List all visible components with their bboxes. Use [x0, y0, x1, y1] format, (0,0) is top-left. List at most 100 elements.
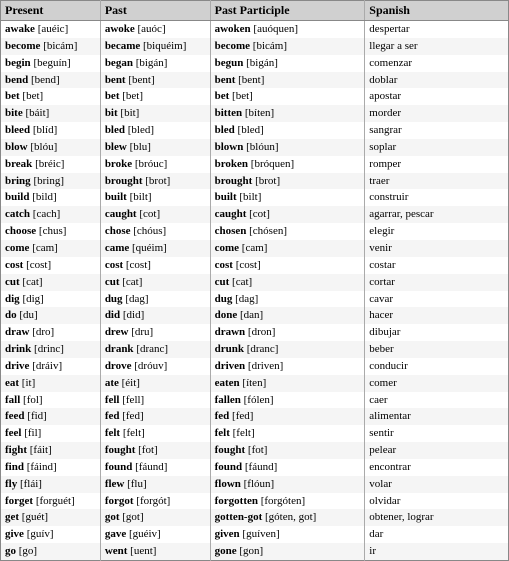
table-cell: bit [bit] [100, 105, 210, 122]
table-cell: encontrar [365, 459, 509, 476]
table-cell: fought [fot] [210, 442, 365, 459]
table-cell: despertar [365, 21, 509, 38]
table-cell: begun [bigán] [210, 55, 365, 72]
table-cell: hacer [365, 307, 509, 324]
table-cell: romper [365, 156, 509, 173]
table-cell: forget [forguét] [1, 493, 101, 510]
verb-table: Present Past Past Participle Spanish awa… [0, 0, 509, 561]
table-cell: feel [fil] [1, 425, 101, 442]
table-row: bite [báit]bit [bit]bitten [bíten]morder [1, 105, 509, 122]
table-row: dig [dig]dug [dag]dug [dag]cavar [1, 291, 509, 308]
table-cell: fight [fáit] [1, 442, 101, 459]
table-cell: ate [éit] [100, 375, 210, 392]
table-cell: cost [cost] [1, 257, 101, 274]
table-row: give [guív]gave [guéiv]given [guíven]dar [1, 526, 509, 543]
table-row: blow [blóu]blew [blu]blown [blóun]soplar [1, 139, 509, 156]
table-cell: morder [365, 105, 509, 122]
table-row: come [cam]came [quéim]come [cam]venir [1, 240, 509, 257]
table-cell: construir [365, 189, 509, 206]
table-cell: apostar [365, 88, 509, 105]
table-cell: felt [felt] [100, 425, 210, 442]
table-row: break [bréic]broke [bróuc]broken [bróque… [1, 156, 509, 173]
table-cell: find [fáind] [1, 459, 101, 476]
table-cell: gave [guéiv] [100, 526, 210, 543]
table-row: catch [cach]caught [cot]caught [cot]agar… [1, 206, 509, 223]
table-cell: begin [beguín] [1, 55, 101, 72]
table-cell: flew [flu] [100, 476, 210, 493]
table-cell: done [dan] [210, 307, 365, 324]
table-cell: elegir [365, 223, 509, 240]
table-row: build [bild]built [bilt]built [bilt]cons… [1, 189, 509, 206]
table-row: fight [fáit]fought [fot]fought [fot]pele… [1, 442, 509, 459]
table-cell: bend [bend] [1, 72, 101, 89]
table-cell: go [go] [1, 543, 101, 560]
table-cell: awake [auéic] [1, 21, 101, 38]
table-cell: eaten [íten] [210, 375, 365, 392]
table-row: cut [cat]cut [cat]cut [cat]cortar [1, 274, 509, 291]
table-row: drive [dráiv]drove [dróuv]driven [driven… [1, 358, 509, 375]
table-cell: awoken [auóquen] [210, 21, 365, 38]
table-row: fall [fol]fell [fell]fallen [fólen]caer [1, 392, 509, 409]
table-cell: found [fáund] [100, 459, 210, 476]
table-cell: soplar [365, 139, 509, 156]
table-cell: cortar [365, 274, 509, 291]
header-present: Present [1, 1, 101, 21]
table-cell: went [uent] [100, 543, 210, 560]
table-cell: broken [bróquen] [210, 156, 365, 173]
table-cell: dug [dag] [210, 291, 365, 308]
table-cell: conducir [365, 358, 509, 375]
table-row: cost [cost]cost [cost]cost [cost]costar [1, 257, 509, 274]
table-cell: drank [dranc] [100, 341, 210, 358]
table-cell: cut [cat] [100, 274, 210, 291]
table-cell: fall [fol] [1, 392, 101, 409]
table-cell: dig [dig] [1, 291, 101, 308]
table-cell: venir [365, 240, 509, 257]
table-cell: given [guíven] [210, 526, 365, 543]
table-cell: feed [fid] [1, 408, 101, 425]
table-row: go [go]went [uent]gone [gon]ir [1, 543, 509, 560]
table-cell: fed [fed] [210, 408, 365, 425]
table-cell: chosen [chósen] [210, 223, 365, 240]
table-cell: bet [bet] [210, 88, 365, 105]
table-cell: beber [365, 341, 509, 358]
table-cell: cost [cost] [210, 257, 365, 274]
table-cell: fought [fot] [100, 442, 210, 459]
table-cell: drive [dráiv] [1, 358, 101, 375]
table-cell: costar [365, 257, 509, 274]
table-cell: bleed [blíd] [1, 122, 101, 139]
table-cell: came [quéim] [100, 240, 210, 257]
table-cell: bet [bet] [100, 88, 210, 105]
table-cell: obtener, lograr [365, 509, 509, 526]
table-cell: come [cam] [1, 240, 101, 257]
table-row: feed [fid]fed [fed]fed [fed]alimentar [1, 408, 509, 425]
table-cell: broke [bróuc] [100, 156, 210, 173]
table-row: begin [beguín]began [bigán]begun [bigán]… [1, 55, 509, 72]
table-cell: traer [365, 173, 509, 190]
table-cell: pelear [365, 442, 509, 459]
table-row: choose [chus]chose [chóus]chosen [chósen… [1, 223, 509, 240]
table-cell: become [bicám] [1, 38, 101, 55]
table-cell: become [bicám] [210, 38, 365, 55]
table-cell: agarrar, pescar [365, 206, 509, 223]
table-cell: drew [dru] [100, 324, 210, 341]
header-past-participle: Past Participle [210, 1, 365, 21]
table-row: bring [bring]brought [brot]brought [brot… [1, 173, 509, 190]
table-cell: drink [drinc] [1, 341, 101, 358]
table-cell: got [got] [100, 509, 210, 526]
table-row: bend [bend]bent [bent]bent [bent]doblar [1, 72, 509, 89]
header-past: Past [100, 1, 210, 21]
table-row: become [bicám]became [biquéim]become [bi… [1, 38, 509, 55]
table-cell: doblar [365, 72, 509, 89]
table-cell: give [guív] [1, 526, 101, 543]
table-cell: bet [bet] [1, 88, 101, 105]
table-row: fly [flái]flew [flu]flown [flóun]volar [1, 476, 509, 493]
table-cell: comenzar [365, 55, 509, 72]
table-cell: flown [flóun] [210, 476, 365, 493]
table-row: get [guét]got [got]gotten-got [góten, go… [1, 509, 509, 526]
table-cell: dug [dag] [100, 291, 210, 308]
table-cell: forgot [forgót] [100, 493, 210, 510]
table-cell: build [bild] [1, 189, 101, 206]
table-cell: blow [blóu] [1, 139, 101, 156]
table-cell: found [fáund] [210, 459, 365, 476]
table-cell: dibujar [365, 324, 509, 341]
